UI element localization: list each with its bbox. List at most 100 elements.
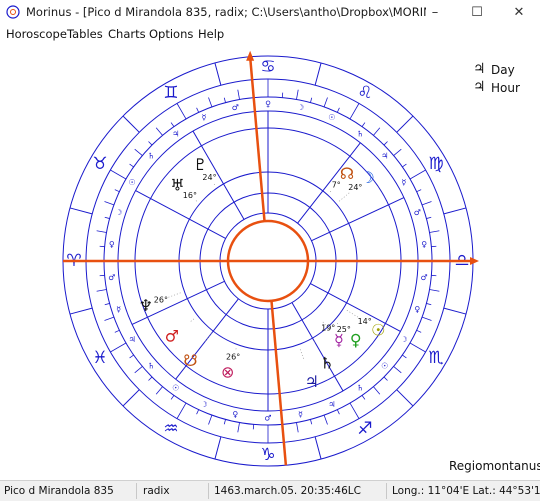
sign-divider — [444, 308, 466, 314]
sign-divider — [70, 208, 92, 214]
planet-pointer — [214, 184, 215, 186]
degree-tick — [135, 366, 143, 372]
hour-label: Hour — [491, 81, 520, 95]
degree-tick — [115, 190, 120, 192]
status-chart-name: Pico d Mirandola 835 — [4, 485, 114, 497]
planet-pointer — [299, 347, 303, 358]
degree-tick — [208, 415, 211, 424]
dignity-glyph: ♂ — [414, 208, 421, 217]
status-divider — [208, 483, 209, 499]
zodiac-sign-icon: ♋ — [260, 57, 275, 77]
menu-charts[interactable]: Charts — [108, 27, 146, 41]
minimize-button[interactable]: – — [414, 0, 456, 24]
dignity-glyph: ☉ — [172, 384, 179, 393]
degree-tick — [394, 149, 402, 155]
degree-tick — [324, 97, 327, 106]
zodiac-sign-icon: ♊ — [163, 83, 178, 103]
degree-tick — [110, 170, 126, 179]
dignity-glyph: ♀ — [265, 100, 271, 109]
dignity-glyph: ♂ — [264, 414, 271, 423]
planet-pointer — [236, 347, 237, 349]
planet-degree-label: 26° — [154, 295, 168, 304]
planet-degree-label: 24° — [202, 173, 216, 182]
dignity-glyph: ☽ — [115, 208, 122, 217]
dignity-glyph: ☽ — [400, 335, 407, 344]
status-coordinates: Long.: 11°04'E Lat.: 44°53'1 — [392, 485, 540, 497]
north-node-icon: ☊ — [340, 164, 354, 183]
zodiac-sign-icon: ♉ — [92, 154, 107, 174]
window-title: Morinus - [Pico d Mirandola 835, radix; … — [26, 5, 426, 19]
planet-pointer — [330, 191, 331, 192]
status-datetime: 1463.march.05. 20:35:46LC — [214, 485, 361, 497]
dignity-glyph: ☿ — [402, 178, 407, 187]
degree-tick — [337, 410, 339, 415]
degree-tick — [417, 330, 422, 332]
mars-icon: ♂ — [165, 327, 179, 346]
planet-degree-label: 14° — [358, 317, 372, 326]
degree-tick — [426, 303, 431, 304]
horoscope-chart-area[interactable]: ♋♊♉♈♓♒♑♐♏♎♍♌♀♂☿♃♄☉☽♀♂☿♃♄☉☽♀♂☿♃♄☉☽♀♂☿♃♄☉☽… — [0, 44, 540, 480]
zodiac-sign-icon: ♐ — [357, 419, 372, 439]
dignity-glyph: ♄ — [148, 151, 155, 160]
dignity-glyph: ♃ — [172, 129, 179, 138]
status-divider — [386, 483, 387, 499]
degree-tick — [104, 201, 113, 204]
degree-tick — [238, 423, 240, 433]
jupiter-icon: ♃ — [305, 372, 319, 391]
jupiter-icon: ♃ — [473, 79, 486, 95]
degree-tick — [177, 103, 186, 119]
degree-tick — [350, 103, 359, 119]
status-bar: Pico d Mirandola 835 radix 1463.march.05… — [0, 480, 540, 501]
close-button[interactable]: ✕ — [498, 0, 540, 24]
planet-pointer — [168, 292, 181, 297]
degree-tick — [426, 217, 431, 218]
dignity-glyph: ♄ — [357, 384, 364, 393]
menu-help[interactable]: Help — [198, 27, 224, 41]
zodiac-sign-icon: ♒ — [163, 419, 178, 439]
dignity-glyph: ☿ — [116, 305, 121, 314]
degree-tick — [177, 403, 186, 419]
planet-degree-label: 16° — [183, 191, 197, 200]
sun-icon: ☉ — [371, 320, 385, 339]
menu-options[interactable]: Options — [149, 27, 193, 41]
dignity-glyph: ♀ — [421, 240, 427, 249]
dignity-glyph: ♃ — [128, 335, 135, 344]
menu-horoscope[interactable]: Horoscope — [6, 27, 67, 41]
zodiac-sign-icon: ♏ — [428, 348, 443, 368]
dignity-glyph: ♃ — [381, 151, 388, 160]
dignity-glyph: ♃ — [328, 400, 335, 409]
degree-tick — [310, 419, 311, 424]
degree-tick — [97, 289, 107, 291]
planet-degree-label: 26° — [226, 352, 240, 361]
sign-divider — [215, 63, 221, 85]
menu-bar: Horoscope Tables Charts Options Help — [0, 24, 540, 44]
degree-tick — [130, 355, 134, 358]
degree-tick — [296, 423, 298, 433]
zodiac-sign-icon: ♌ — [357, 83, 372, 103]
pluto-icon: ♇ — [193, 155, 207, 174]
saturn-icon: ♄ — [320, 354, 334, 373]
degree-tick — [410, 170, 426, 179]
degree-tick — [430, 231, 440, 233]
jupiter-icon: ♃ — [473, 61, 486, 77]
house-cusp-line — [193, 131, 244, 219]
degree-tick — [156, 387, 162, 395]
day-ruler-row: ♃ Day — [491, 63, 515, 77]
maximize-button[interactable]: ☐ — [456, 0, 498, 24]
planet-pointer — [196, 201, 198, 202]
app-icon — [6, 5, 20, 19]
degree-tick — [238, 90, 240, 100]
degree-tick — [430, 289, 440, 291]
asc-arrow-icon — [470, 257, 479, 265]
planet-pointer — [346, 310, 358, 317]
menu-tables[interactable]: Tables — [67, 27, 103, 41]
degree-tick — [337, 108, 339, 113]
dignity-glyph: ♂ — [232, 103, 239, 112]
dignity-glyph: ♀ — [232, 410, 238, 419]
sign-divider — [315, 437, 321, 459]
planet-pointer — [191, 318, 196, 322]
neptune-icon: ♆ — [139, 296, 153, 315]
day-label: Day — [491, 63, 515, 77]
dignity-glyph: ♀ — [414, 305, 420, 314]
planet-pointer — [336, 323, 337, 324]
